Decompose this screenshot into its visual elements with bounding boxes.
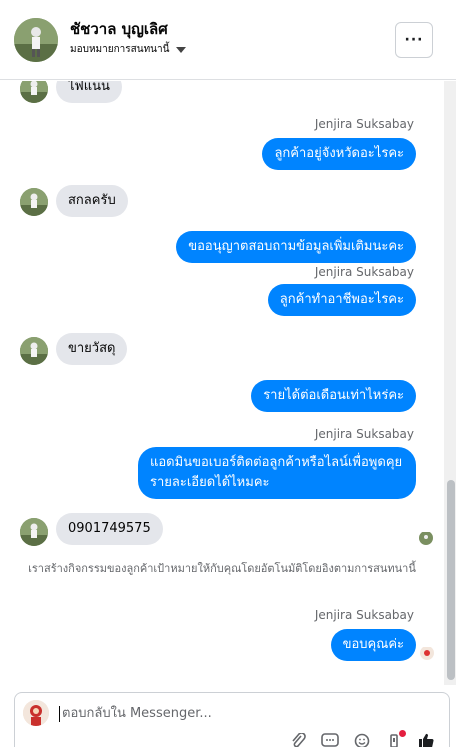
agent-avatar — [23, 700, 49, 726]
like-icon[interactable] — [417, 733, 435, 747]
outgoing-message: รายได้ต่อเดือนเท่าไหร่คะ — [251, 380, 416, 412]
more-icon: ··· — [404, 32, 424, 48]
incoming-message: ไฟแนน — [56, 81, 122, 103]
conversation-header: ชัชวาล บุญเลิศ มอบหมายการสนทนานี้ ··· — [0, 0, 456, 80]
contact-avatar-small — [20, 188, 48, 216]
contact-avatar-small — [20, 81, 48, 103]
emoji-icon[interactable] — [353, 733, 371, 747]
message-composer[interactable]: ตอบกลับใน Messenger... — [14, 692, 450, 747]
seen-avatar — [419, 531, 433, 545]
incoming-message: สกลครับ — [56, 185, 128, 217]
automation-icon[interactable] — [385, 730, 406, 747]
system-notice: เราสร้างกิจกรรมของลูกค้าเป้าหมายให้กับคุ… — [28, 562, 416, 575]
contact-avatar-small — [20, 518, 48, 546]
outgoing-message: ขออนุญาตสอบถามข้อมูลเพิ่มเติมนะคะ — [176, 231, 416, 263]
assign-label: มอบหมายการสนทนานี้ — [70, 44, 170, 55]
more-options-button[interactable]: ··· — [395, 22, 433, 58]
contact-avatar-small — [20, 337, 48, 365]
incoming-message: 0901749575 — [56, 513, 163, 545]
caret-down-icon — [176, 46, 187, 53]
sender-name: Jenjira Suksabay — [314, 608, 414, 622]
sender-name: Jenjira Suksabay — [314, 117, 414, 131]
outgoing-message: ลูกค้าทำอาชีพอะไรคะ — [267, 284, 416, 316]
outgoing-message: ขอบคุณค่ะ — [330, 629, 416, 661]
assign-conversation-dropdown[interactable]: มอบหมายการสนทนานี้ — [70, 42, 187, 57]
contact-name[interactable]: ชัชวาล บุญเลิศ — [70, 17, 168, 41]
message-thread: ไฟแนน Jenjira Suksabay ลูกค้าอยู่จังหวัด… — [0, 81, 444, 685]
seen-avatar — [420, 646, 434, 660]
chat-scrollbar-thumb[interactable] — [447, 480, 455, 680]
notification-dot — [399, 730, 406, 737]
incoming-message: ขายวัสดุ — [56, 333, 128, 365]
sender-name: Jenjira Suksabay — [314, 265, 414, 279]
composer-toolbar — [289, 730, 435, 747]
contact-avatar[interactable] — [14, 18, 58, 62]
attach-icon[interactable] — [289, 732, 307, 747]
outgoing-message: ลูกค้าอยู่จังหวัดอะไรคะ — [262, 138, 416, 170]
reply-input[interactable]: ตอบกลับใน Messenger... — [59, 706, 212, 722]
saved-replies-icon[interactable] — [321, 733, 339, 747]
sender-name: Jenjira Suksabay — [314, 427, 414, 441]
outgoing-message: แอดมินขอเบอร์ติดต่อลูกค้าหรือไลน์เพื่อพู… — [138, 447, 416, 499]
